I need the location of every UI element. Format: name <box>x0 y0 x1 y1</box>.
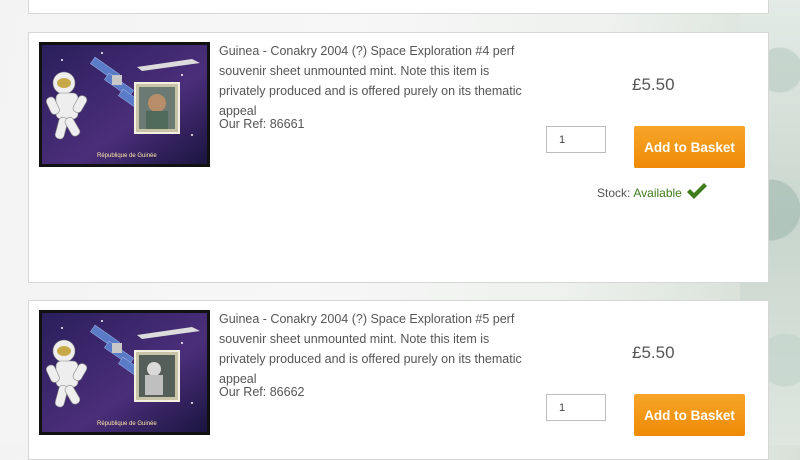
product-card: République de Guinée Guinea - Conakry 20… <box>28 32 769 283</box>
stamp-sheet-image: République de Guinée <box>42 45 207 164</box>
product-reference: Our Ref: 86662 <box>219 385 305 399</box>
product-description: Guinea - Conakry 2004 (?) Space Explorat… <box>219 312 522 386</box>
stamp-caption: République de Guinée <box>97 421 157 427</box>
stamp-caption: République de Guinée <box>97 153 157 159</box>
product-reference: Our Ref: 86661 <box>219 117 305 131</box>
previous-product-card <box>28 0 769 14</box>
product-image[interactable]: République de Guinée <box>39 42 210 167</box>
product-description: Guinea - Conakry 2004 (?) Space Explorat… <box>219 44 522 118</box>
product-card: République de Guinée Guinea - Conakry 20… <box>28 300 769 460</box>
product-price: £5.50 <box>632 75 675 94</box>
checkmark-icon <box>686 183 708 202</box>
stock-status: Stock: Available <box>597 183 708 202</box>
stock-label: Stock: <box>597 185 631 200</box>
stock-availability: Available <box>633 185 682 200</box>
stamp-sheet-image: République de Guinée <box>42 313 207 432</box>
quantity-input[interactable] <box>546 394 606 421</box>
add-to-basket-button[interactable]: Add to Basket <box>634 126 745 168</box>
add-to-basket-button[interactable]: Add to Basket <box>634 394 745 436</box>
product-price: £5.50 <box>632 343 675 362</box>
quantity-input[interactable] <box>546 126 606 153</box>
product-image[interactable]: République de Guinée <box>39 310 210 435</box>
